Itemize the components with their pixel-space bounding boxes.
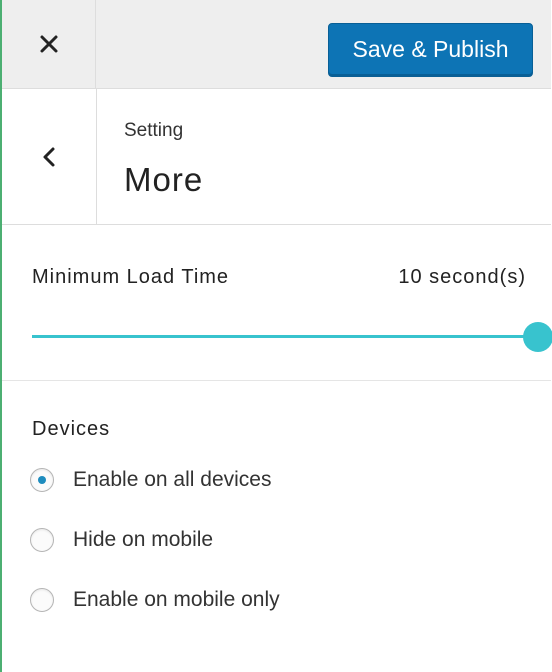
min-load-time-value: 10 second(s) [398,266,526,288]
save-publish-button[interactable]: Save & Publish [328,23,533,75]
devices-label: Devices [32,418,111,440]
radio-enable-mobile-only[interactable]: Enable on mobile only [30,585,280,615]
back-button[interactable] [2,89,97,224]
page-title: More [124,161,204,198]
customizer-panel: Save & Publish Setting More Minimum Load… [0,0,552,672]
radio-label: Enable on all devices [73,468,272,491]
section-header: Setting More [2,89,551,225]
radio-button[interactable] [30,468,54,492]
chevron-left-icon [43,147,55,166]
close-button[interactable] [2,0,96,88]
min-load-time-label: Minimum Load Time [32,266,230,288]
customizer-header: Save & Publish [2,0,551,89]
breadcrumb: Setting [124,120,184,141]
section-divider [2,380,551,381]
close-icon [40,35,57,53]
radio-button[interactable] [30,588,54,612]
radio-enable-all-devices[interactable]: Enable on all devices [30,465,271,495]
radio-label: Enable on mobile only [73,588,280,611]
radio-label: Hide on mobile [73,528,214,551]
radio-hide-on-mobile[interactable]: Hide on mobile [30,525,213,555]
min-load-time-slider[interactable] [32,320,552,354]
slider-fill [32,335,538,338]
radio-button[interactable] [30,528,54,552]
slider-handle[interactable] [523,322,552,352]
